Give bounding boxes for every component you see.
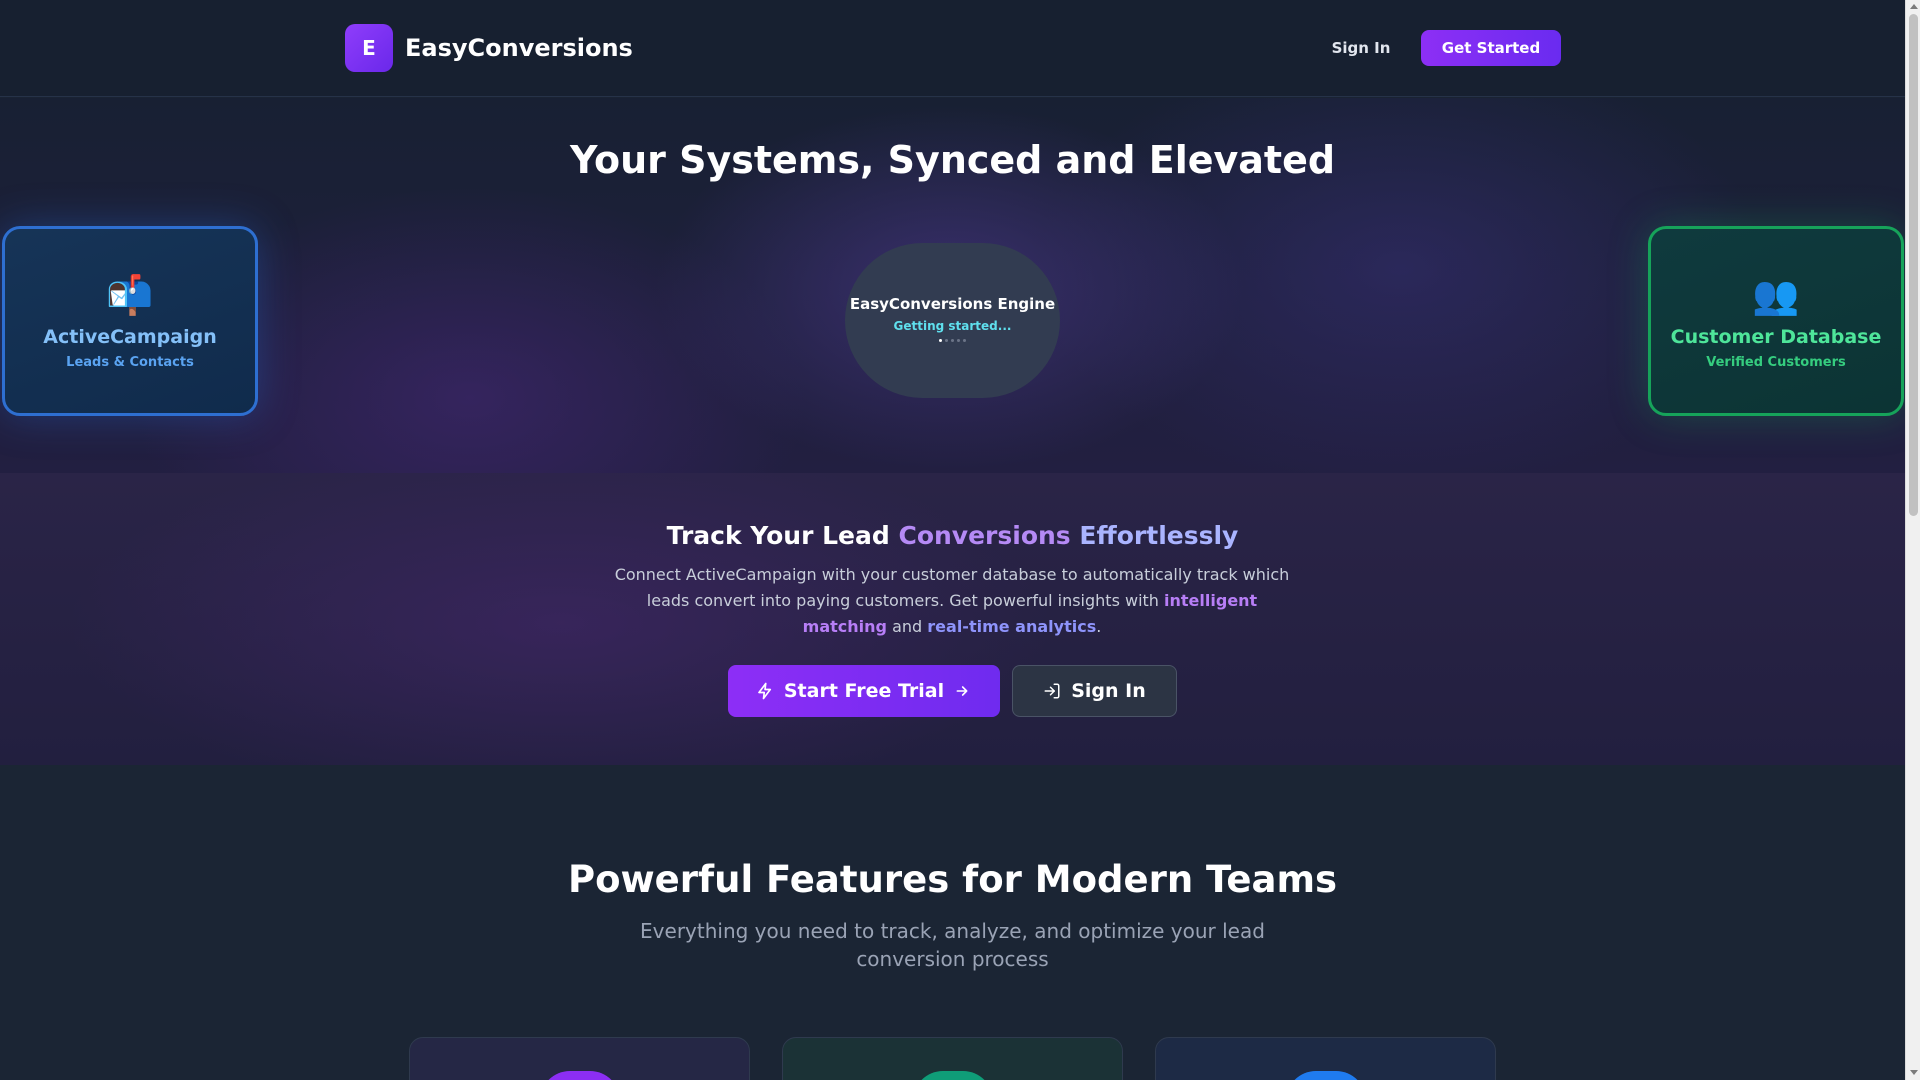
page: E EasyConversions Sign In Get Started Yo… xyxy=(0,0,1905,1080)
engine-title: EasyConversions Engine xyxy=(849,295,1056,313)
feature-card xyxy=(782,1037,1123,1080)
hero-title: Your Systems, Synced and Elevated xyxy=(569,138,1336,182)
activecampaign-node-card: 📬 ActiveCampaign Leads & Contacts xyxy=(2,226,258,416)
features-section: Powerful Features for Modern Teams Every… xyxy=(0,765,1905,1080)
engine-status-pill: EasyConversions Engine Getting started..… xyxy=(845,243,1060,398)
engine-progress-dots xyxy=(845,339,1060,342)
feature-icon-badge xyxy=(540,1071,620,1080)
features-subtitle: Everything you need to track, analyze, a… xyxy=(640,919,1265,971)
users-icon: 👥 xyxy=(1752,273,1800,317)
cta-title: Track Your Lead Conversions Effortlessly xyxy=(0,521,1905,550)
customer-database-node-card: 👥 Customer Database Verified Customers xyxy=(1648,226,1904,416)
cta-desc-highlight-real-time-analytics: real-time analytics xyxy=(927,617,1097,636)
customer-database-node-title: Customer Database xyxy=(1670,326,1882,348)
cta-title-accent-effortlessly: Effortlessly xyxy=(1079,521,1239,550)
progress-dot xyxy=(951,339,954,342)
start-free-trial-label: Start Free Trial xyxy=(783,680,945,702)
scrollbar-thumb[interactable] xyxy=(1909,14,1918,516)
get-started-button[interactable]: Get Started xyxy=(1421,30,1561,66)
feature-icon-badge xyxy=(913,1071,993,1080)
feature-icon-badge xyxy=(1286,1071,1366,1080)
cta-title-part: Track Your Lead xyxy=(666,521,899,550)
logo-badge[interactable]: E xyxy=(345,24,393,72)
cta-description: Connect ActiveCampaign with your custome… xyxy=(612,562,1292,640)
scroll-down-arrow-icon[interactable] xyxy=(1910,1070,1918,1075)
cta-title-accent-conversions: Conversions xyxy=(898,521,1071,550)
hero-section: Your Systems, Synced and Elevated 📬 Acti… xyxy=(0,98,1905,473)
activecampaign-node-subtitle: Leads & Contacts xyxy=(66,355,194,370)
top-navigation-bar: E EasyConversions Sign In Get Started xyxy=(0,0,1905,97)
lightning-icon xyxy=(756,682,774,700)
progress-dot xyxy=(957,339,960,342)
engine-status-text: Getting started... xyxy=(893,319,1012,333)
cta-desc-part: and xyxy=(887,617,928,636)
brand-name[interactable]: EasyConversions xyxy=(405,31,633,65)
activecampaign-node-title: ActiveCampaign xyxy=(43,326,217,348)
page-scrollbar[interactable] xyxy=(1905,0,1920,1080)
cta-desc-part: . xyxy=(1096,617,1102,636)
cta-section: Track Your Lead Conversions Effortlessly… xyxy=(0,473,1905,765)
feature-card xyxy=(1155,1037,1496,1080)
mailbox-icon: 📬 xyxy=(106,273,154,317)
header-sign-in-button[interactable]: Sign In xyxy=(1318,30,1404,66)
cta-sign-in-button[interactable]: Sign In xyxy=(1012,665,1177,717)
start-free-trial-button[interactable]: Start Free Trial xyxy=(728,665,1000,717)
scroll-up-arrow-icon[interactable] xyxy=(1910,4,1918,9)
feature-card xyxy=(409,1037,750,1080)
sign-in-icon xyxy=(1043,682,1061,700)
logo-letter: E xyxy=(362,36,376,60)
progress-dot xyxy=(963,339,966,342)
features-title: Powerful Features for Modern Teams xyxy=(567,858,1338,901)
arrow-right-icon xyxy=(954,682,972,700)
progress-dot xyxy=(939,339,942,342)
customer-database-node-subtitle: Verified Customers xyxy=(1706,355,1846,370)
cta-sign-in-label: Sign In xyxy=(1071,680,1146,702)
progress-dot xyxy=(945,339,948,342)
